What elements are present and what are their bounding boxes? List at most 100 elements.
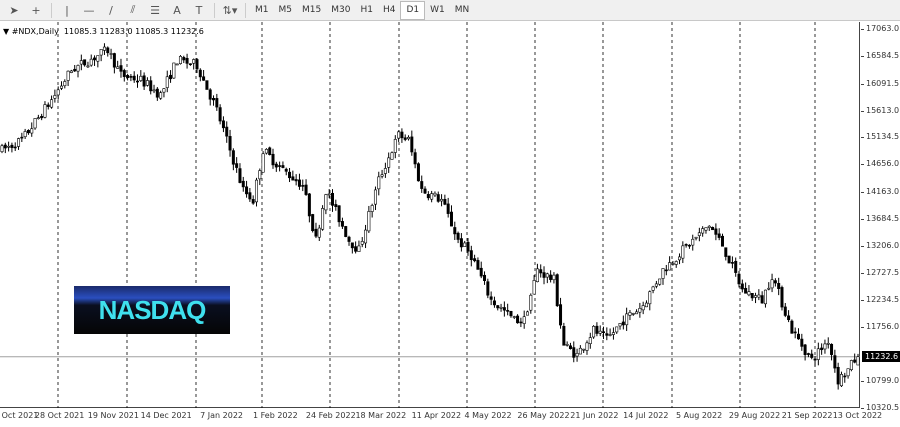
candle-bearish <box>278 165 282 167</box>
candle-bearish <box>727 255 731 264</box>
timeframe-m5-button[interactable]: M5 <box>274 1 298 20</box>
candle-bearish <box>112 53 116 68</box>
candle-bearish <box>436 194 440 202</box>
timeframe-m15-button[interactable]: M15 <box>297 1 326 20</box>
candle-bullish <box>615 326 619 333</box>
date-label: 7 Jan 2022 <box>200 411 243 420</box>
candle-bearish <box>509 310 513 317</box>
ohlc-values: 11085.3 11283.0 11085.3 11232.6 <box>63 27 204 36</box>
candle-bearish <box>73 68 77 72</box>
candle-bearish <box>542 272 546 278</box>
candle-bullish <box>463 242 467 247</box>
candle-bullish <box>535 268 539 283</box>
candle-bullish <box>102 46 106 51</box>
candle-bearish <box>559 304 563 326</box>
candle-bullish <box>109 53 113 55</box>
candle-bullish <box>754 295 758 298</box>
chart-area[interactable] <box>0 22 860 408</box>
candle-bullish <box>826 342 830 345</box>
timeframe-m1-button[interactable]: M1 <box>250 1 274 20</box>
candle-bullish <box>608 334 612 336</box>
timeframe-m30-button[interactable]: M30 <box>326 1 355 20</box>
fibonacci-icon[interactable]: ☰ <box>144 1 166 20</box>
candle-bearish <box>760 295 764 304</box>
collapse-triangle-icon[interactable]: ▼ <box>3 27 12 36</box>
candle-bullish <box>625 313 629 326</box>
timeframe-w1-button[interactable]: W1 <box>425 1 450 20</box>
timeframe-mn-button[interactable]: MN <box>450 1 475 20</box>
candle-bearish <box>810 353 814 358</box>
cursor-icon[interactable]: ➤ <box>3 1 25 20</box>
timeframe-h4-button[interactable]: H4 <box>378 1 401 20</box>
candle-bullish <box>856 356 860 366</box>
candle-bullish <box>99 49 103 56</box>
candle-bearish <box>836 366 840 385</box>
horizontal-line-icon[interactable]: — <box>78 1 100 20</box>
candle-bearish <box>780 287 784 308</box>
price-label: 13206.0 <box>866 240 900 250</box>
candle-bullish <box>76 65 80 72</box>
price-label: 12727.5 <box>866 267 900 277</box>
toolbar: ➤ + | — / ⫽ ☰ A T ⇅▾ M1 M5 M15 M30 H1 H4 D1 W1 MN <box>0 0 900 21</box>
trendline-icon[interactable]: / <box>100 1 122 20</box>
candle-bearish <box>40 116 44 119</box>
candle-bullish <box>264 149 268 154</box>
candle-bearish <box>400 131 404 139</box>
candle-bearish <box>737 273 741 285</box>
price-label: 15134.5 <box>866 132 900 142</box>
candle-bullish <box>390 152 394 160</box>
timeframe-d1-button[interactable]: D1 <box>400 0 426 20</box>
candle-bearish <box>740 283 744 290</box>
candle-bearish <box>516 315 520 324</box>
date-label: 6 Oct 2021 <box>0 411 39 420</box>
candle-bullish <box>668 262 672 271</box>
candle-bullish <box>53 95 57 99</box>
price-tick <box>861 110 864 112</box>
candle-bearish <box>46 104 50 107</box>
candle-bearish <box>664 269 668 272</box>
candle-bullish <box>565 344 569 346</box>
date-label: 1 Feb 2022 <box>253 411 298 420</box>
candle-bullish <box>545 273 549 278</box>
timeframe-h1-button[interactable]: H1 <box>355 1 378 20</box>
symbol-label: #NDX,Daily <box>11 27 59 36</box>
candle-bearish <box>853 359 857 363</box>
candle-bullish <box>757 294 761 298</box>
candle-bearish <box>410 136 414 153</box>
price-label: 13684.5 <box>866 213 900 223</box>
candle-bearish <box>621 321 625 326</box>
candle-bearish <box>687 244 691 247</box>
price-tick <box>861 327 864 329</box>
candle-bearish <box>106 47 110 54</box>
candle-bullish <box>324 194 328 211</box>
candle-bullish <box>367 211 371 232</box>
price-axis[interactable]: 17063.0 16584.5 16091.5 15613.0 15134.5 14656… <box>861 22 900 412</box>
text-label-icon[interactable]: T <box>188 1 210 20</box>
candle-bearish <box>304 184 308 195</box>
candle-bearish <box>684 244 688 246</box>
channel-icon[interactable]: ⫽ <box>122 1 144 20</box>
candle-bearish <box>744 287 748 294</box>
candle-bearish <box>734 260 738 273</box>
candle-bearish <box>555 274 559 307</box>
candle-bearish <box>221 120 225 129</box>
price-tick <box>861 137 864 139</box>
candle-bearish <box>773 280 777 284</box>
candle-bullish <box>364 229 368 244</box>
candle-bullish <box>691 238 695 246</box>
candle-bullish <box>628 312 632 316</box>
candle-bearish <box>126 75 130 78</box>
candle-bullish <box>770 279 774 289</box>
vertical-line-icon[interactable]: | <box>56 1 78 20</box>
candle-bullish <box>370 205 374 212</box>
candle-bearish <box>777 283 781 289</box>
candle-bullish <box>397 131 401 139</box>
crosshair-icon[interactable]: + <box>25 1 47 20</box>
text-icon[interactable]: A <box>166 1 188 20</box>
candle-bearish <box>284 168 288 172</box>
price-label: 12234.5 <box>866 295 900 305</box>
candle-bearish <box>119 65 123 72</box>
candle-bearish <box>833 355 837 369</box>
candle-bearish <box>20 136 24 139</box>
arrows-icon[interactable]: ⇅▾ <box>219 1 241 20</box>
